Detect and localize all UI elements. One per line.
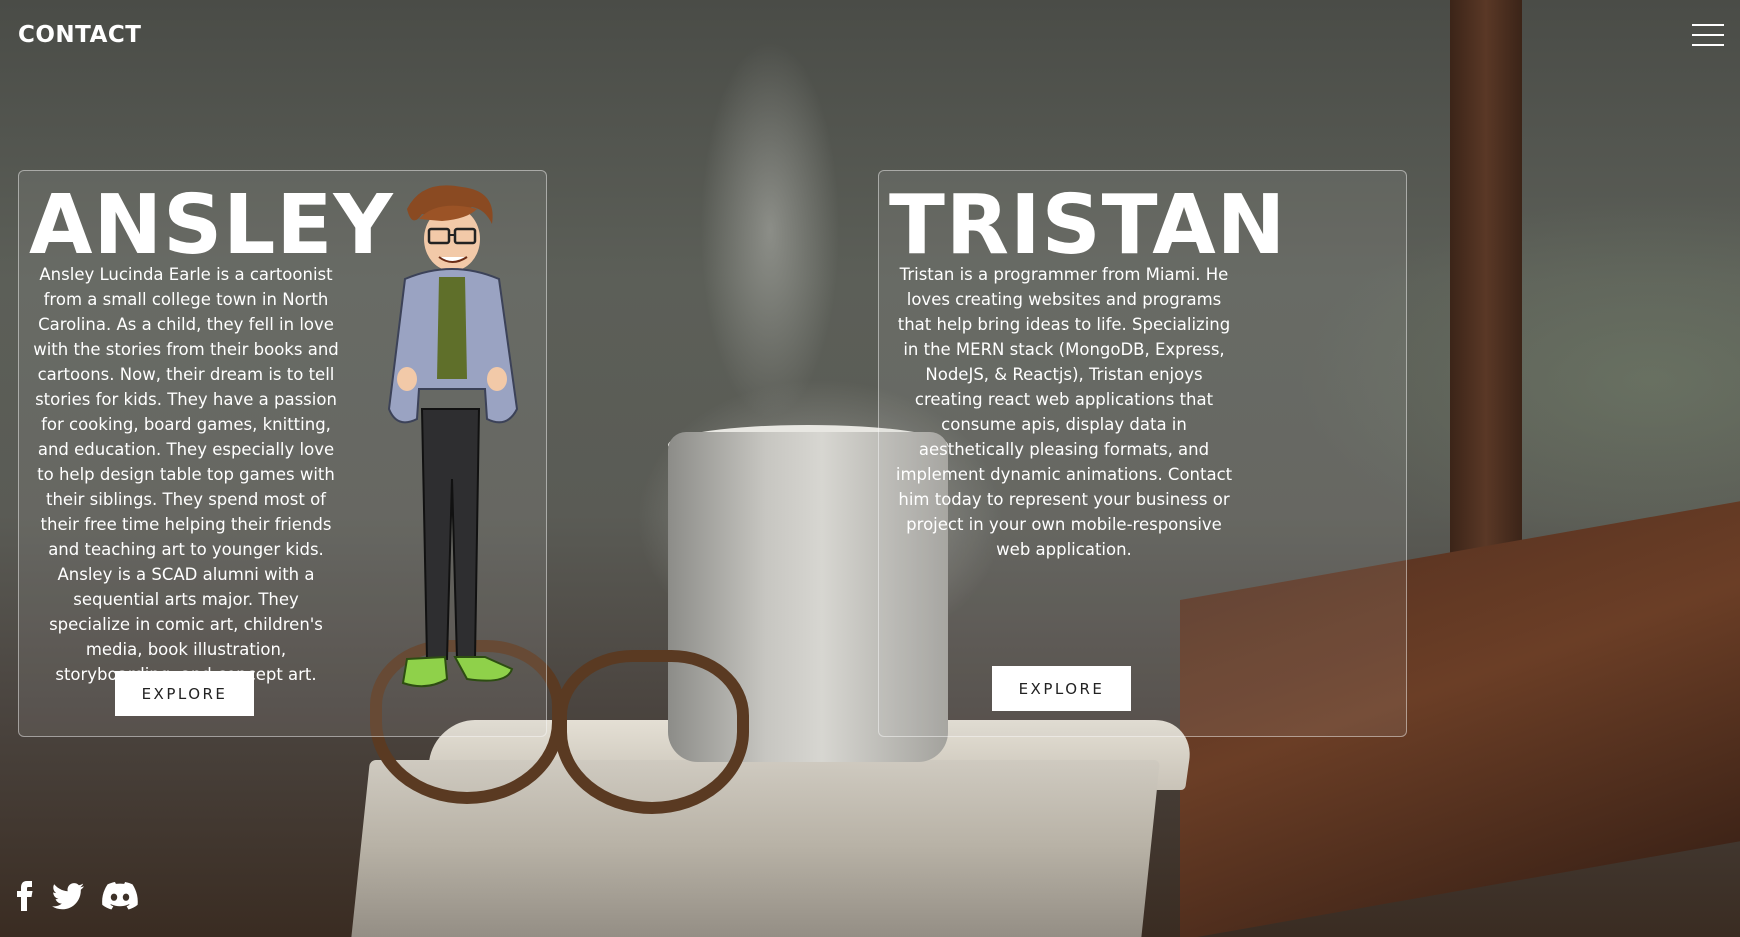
- profile-card-ansley: ANSLEY Ansley Lucinda Earle is a cartoon…: [18, 170, 547, 737]
- profile-bio: Tristan is a programmer from Miami. He l…: [895, 265, 1233, 559]
- header: CONTACT: [0, 0, 1740, 74]
- discord-icon[interactable]: [102, 882, 138, 914]
- profile-name: ANSLEY: [29, 178, 394, 273]
- profile-name: TRISTAN: [889, 178, 1287, 273]
- facebook-icon[interactable]: [16, 881, 34, 915]
- contact-link[interactable]: CONTACT: [18, 22, 141, 48]
- cartoon-portrait-illustration: [387, 185, 519, 688]
- background-steam: [700, 40, 840, 420]
- background-glasses-right-lens: [555, 650, 749, 814]
- profile-bio: Ansley Lucinda Earle is a cartoonist fro…: [33, 265, 339, 684]
- social-links: [16, 880, 138, 916]
- profile-card-tristan: TRISTAN Tristan is a programmer from Mia…: [878, 170, 1407, 737]
- twitter-icon[interactable]: [52, 882, 84, 914]
- explore-button-tristan[interactable]: EXPLORE: [992, 666, 1131, 711]
- explore-button-ansley[interactable]: EXPLORE: [115, 671, 254, 716]
- hamburger-menu-icon[interactable]: [1692, 24, 1724, 48]
- contact-page: CONTACT ANSLEY Ansley Lucinda Earle is a…: [0, 0, 1740, 937]
